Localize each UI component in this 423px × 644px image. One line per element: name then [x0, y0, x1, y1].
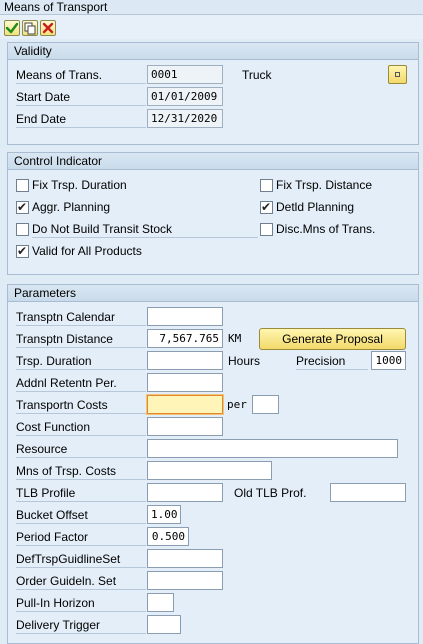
valid-all-products-label: Valid for All Products — [32, 244, 142, 258]
old-tlb-field[interactable] — [330, 483, 406, 502]
window-title: Means of Transport — [0, 0, 423, 15]
means-field[interactable]: 0001 — [147, 65, 223, 84]
fix-distance-label: Fix Trsp. Distance — [276, 178, 373, 192]
resource-label: Resource — [16, 441, 146, 458]
cancel-button[interactable] — [40, 20, 56, 36]
disc-mns-label: Disc.Mns of Trans. — [276, 222, 376, 236]
distance-field[interactable]: 7,567.765 — [147, 329, 223, 348]
validity-header: Validity — [8, 43, 418, 60]
details-button[interactable] — [388, 65, 407, 84]
checkmark-icon: ✔ — [261, 200, 272, 214]
costs-label: Transportn Costs — [16, 397, 146, 414]
control-indicator-group: Control Indicator Fix Trsp. Duration Fix… — [7, 152, 419, 275]
start-date-field[interactable]: 01/01/2009 — [147, 87, 223, 106]
retention-label: Addnl Retentn Per. — [16, 375, 146, 392]
square-icon — [395, 72, 400, 77]
delivery-trigger-label: Delivery Trigger — [16, 617, 146, 634]
order-guideline-label: Order Guideln. Set — [16, 573, 146, 590]
period-factor-label: Period Factor — [16, 529, 146, 546]
pull-in-horizon-label: Pull-In Horizon — [16, 595, 146, 612]
resource-field[interactable] — [147, 439, 398, 458]
validity-group: Validity Means of Trans. 0001 Truck Star… — [7, 42, 419, 145]
start-date-label: Start Date — [16, 89, 146, 106]
order-guideline-field[interactable] — [147, 571, 223, 590]
guideline-set-label: DefTrspGuidlineSet — [16, 551, 146, 568]
mns-costs-label: Mns of Trsp. Costs — [16, 463, 146, 480]
duration-label: Trsp. Duration — [16, 353, 146, 370]
parameters-header: Parameters — [8, 285, 418, 302]
detld-planning-checkbox[interactable]: ✔ — [260, 200, 273, 214]
copy-button[interactable] — [22, 20, 38, 36]
valid-all-products-checkbox[interactable]: ✔ — [16, 244, 29, 258]
bucket-offset-field[interactable]: 1.00 — [147, 505, 181, 524]
calendar-label: Transptn Calendar — [16, 309, 146, 326]
close-icon — [42, 22, 54, 34]
cost-function-label: Cost Function — [16, 419, 146, 436]
retention-field[interactable] — [147, 373, 223, 392]
delivery-trigger-field[interactable] — [147, 615, 181, 634]
duration-unit: Hours — [228, 354, 261, 368]
period-factor-field[interactable]: 0.500 — [147, 527, 189, 546]
confirm-button[interactable] — [4, 20, 20, 36]
fix-duration-label: Fix Trsp. Duration — [32, 178, 127, 192]
duration-field[interactable] — [147, 351, 223, 370]
mns-costs-field[interactable] — [147, 461, 272, 480]
fix-duration-checkbox[interactable] — [16, 179, 29, 192]
end-date-label: End Date — [16, 111, 146, 128]
distance-unit: KM — [228, 332, 242, 345]
means-label: Means of Trans. — [16, 67, 146, 84]
no-transit-stock-checkbox[interactable] — [16, 223, 29, 236]
precision-field[interactable]: 1000 — [371, 351, 406, 370]
guideline-set-field[interactable] — [147, 549, 223, 568]
fix-distance-checkbox[interactable] — [260, 179, 273, 192]
end-date-field[interactable]: 12/31/2020 — [147, 109, 223, 128]
calendar-field[interactable] — [147, 307, 223, 326]
cost-function-field[interactable] — [147, 417, 223, 436]
control-indicator-header: Control Indicator — [8, 153, 418, 170]
aggr-planning-label: Aggr. Planning — [32, 200, 111, 214]
disc-mns-checkbox[interactable] — [260, 223, 273, 236]
copy-icon — [24, 22, 36, 35]
no-transit-stock-label: Do Not Build Transit Stock — [32, 221, 258, 238]
per-field[interactable] — [252, 395, 279, 414]
detld-planning-label: Detld Planning — [276, 200, 355, 214]
aggr-planning-checkbox[interactable]: ✔ — [16, 200, 29, 214]
checkmark-icon: ✔ — [17, 244, 28, 258]
per-label: per — [227, 398, 247, 411]
costs-field[interactable] — [147, 395, 223, 414]
old-tlb-label: Old TLB Prof. — [234, 486, 307, 500]
bucket-offset-label: Bucket Offset — [16, 507, 146, 524]
toolbar — [0, 15, 423, 39]
check-icon — [5, 22, 19, 34]
tlb-profile-field[interactable] — [147, 483, 223, 502]
tlb-profile-label: TLB Profile — [16, 485, 146, 502]
pull-in-horizon-field[interactable] — [147, 593, 174, 612]
parameters-group: Parameters Transptn Calendar Transptn Di… — [7, 284, 419, 644]
generate-proposal-button[interactable]: Generate Proposal — [259, 328, 406, 350]
means-description: Truck — [242, 68, 272, 82]
checkmark-icon: ✔ — [17, 200, 28, 214]
distance-label: Transptn Distance — [16, 331, 146, 348]
precision-label: Precision — [296, 353, 368, 370]
